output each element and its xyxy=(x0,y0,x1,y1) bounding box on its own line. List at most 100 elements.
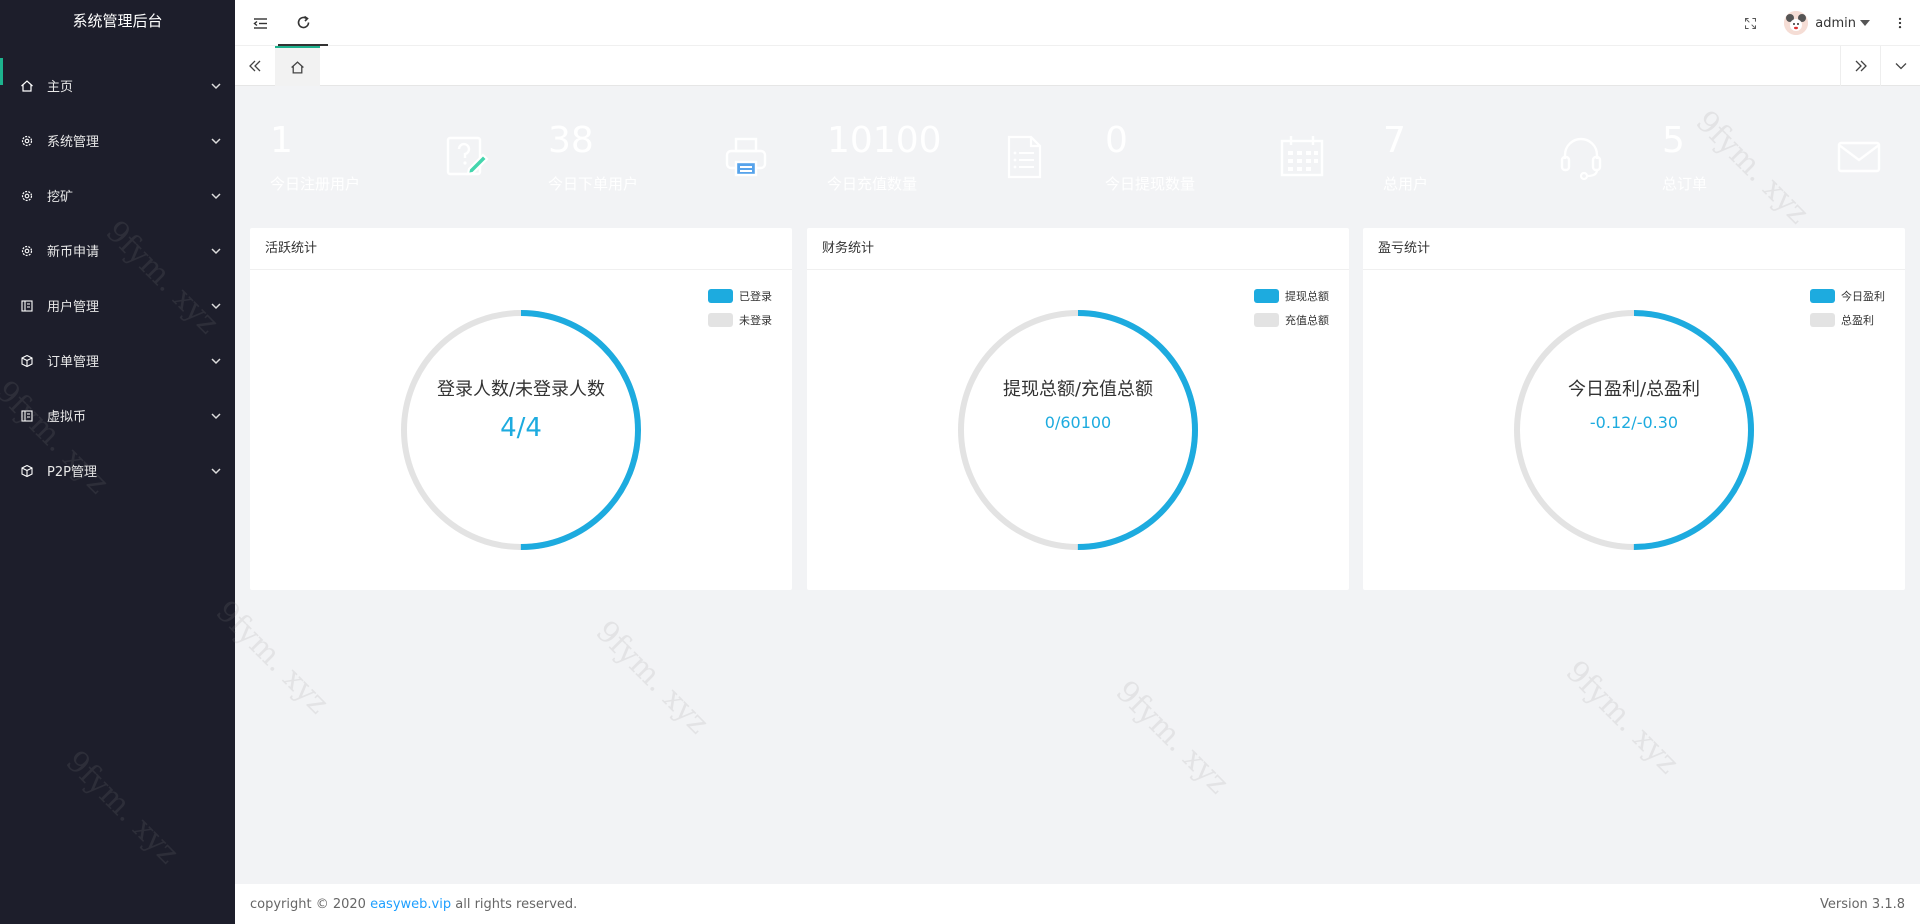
gear-icon xyxy=(20,189,34,203)
sidebar-item-label: 挖矿 xyxy=(47,190,74,205)
fullscreen-button[interactable] xyxy=(1730,0,1770,46)
watermark: 9fym. xyz xyxy=(588,614,716,741)
user-book-icon xyxy=(20,299,34,313)
chart-legend: 提现总额 充值总额 xyxy=(1254,284,1329,332)
chevron-down-icon xyxy=(211,82,221,89)
calendar-icon xyxy=(1280,136,1324,177)
panel-profit: 盈亏统计 今日盈利 总盈利 今日盈利/总盈利 -0.12/-0.30 xyxy=(1363,228,1905,590)
panel-finance: 财务统计 提现总额 充值总额 提现总额/充值总额 0/60100 xyxy=(807,228,1349,590)
chevron-down-icon xyxy=(211,412,221,419)
ring-title: 提现总额/充值总额 xyxy=(1002,379,1154,400)
double-chevron-left-icon xyxy=(249,60,261,72)
legend-item-recharge-total[interactable]: 充值总额 xyxy=(1254,308,1329,332)
stat-card-withdraw: 0 今日提现数量 xyxy=(1085,101,1348,212)
legend-item-logged-in[interactable]: 已登录 xyxy=(708,284,772,308)
sidebar-item-label: 系统管理 xyxy=(47,135,100,150)
watermark: 9fym. xyz xyxy=(1558,654,1686,781)
sidebar-item-label: 用户管理 xyxy=(47,300,100,315)
fullscreen-icon xyxy=(1744,17,1756,29)
sidebar-item-label: 主页 xyxy=(47,80,74,95)
question-edit-icon xyxy=(446,136,489,176)
caret-down-icon xyxy=(1860,20,1870,26)
sidebar-item-users[interactable]: 用户管理 xyxy=(0,278,235,333)
panel-title: 活跃统计 xyxy=(250,228,792,270)
ring-title: 今日盈利/总盈利 xyxy=(1567,379,1701,400)
footer: copyright © 2020 easyweb.vip all rights … xyxy=(235,884,1920,924)
chevron-down-icon xyxy=(211,302,221,309)
sidebar-item-label: 新币申请 xyxy=(47,245,100,260)
legend-label: 充值总额 xyxy=(1285,314,1329,327)
stat-card-order-users: 38 今日下单用户 xyxy=(528,101,792,212)
ring-title: 登录人数/未登录人数 xyxy=(436,379,606,400)
book-icon xyxy=(20,409,34,423)
ring-text: 提现总额/充值总额 0/60100 xyxy=(807,375,1349,432)
legend-label: 今日盈利 xyxy=(1841,290,1885,303)
chart-legend: 已登录 未登录 xyxy=(708,284,772,332)
stat-card-total-orders: 5 总订单 xyxy=(1642,101,1905,212)
sidebar-item-orders[interactable]: 订单管理 xyxy=(0,333,235,388)
stat-card-total-users: 7 总用户 xyxy=(1363,101,1627,212)
more-vertical-icon xyxy=(1898,17,1902,29)
gear-icon xyxy=(20,244,34,258)
sidebar-item-label: P2P管理 xyxy=(47,465,97,480)
tab-scroll-left-button[interactable] xyxy=(235,46,275,86)
home-icon xyxy=(20,79,34,93)
printer-icon xyxy=(725,137,767,177)
sidebar-item-label: 订单管理 xyxy=(47,355,100,370)
chart-legend: 今日盈利 总盈利 xyxy=(1810,284,1885,332)
chevron-down-icon xyxy=(211,192,221,199)
tab-options-button[interactable] xyxy=(1880,46,1920,86)
copyright: copyright © 2020 easyweb.vip all rights … xyxy=(250,897,577,912)
tab-scroll-right-button[interactable] xyxy=(1840,46,1880,86)
username: admin xyxy=(1815,15,1856,31)
ring-value: -0.12/-0.30 xyxy=(1589,413,1679,432)
watermark: 9fym. xyz xyxy=(1108,674,1236,801)
sidebar-item-label: 虚拟币 xyxy=(47,410,87,425)
ring-value: 0/60100 xyxy=(1044,413,1112,432)
footer-link[interactable]: easyweb.vip xyxy=(370,897,451,912)
sidebar-item-new-coin[interactable]: 新币申请 xyxy=(0,223,235,278)
refresh-icon xyxy=(297,15,309,28)
sidebar-item-p2p[interactable]: P2P管理 xyxy=(0,443,235,498)
gear-icon xyxy=(20,134,34,148)
sidebar-item-virtual-coin[interactable]: 虚拟币 xyxy=(0,388,235,443)
legend-label: 未登录 xyxy=(739,314,772,327)
sidebar-item-system[interactable]: 系统管理 xyxy=(0,113,235,168)
refresh-button[interactable] xyxy=(278,0,328,46)
ring-value: 4/4 xyxy=(500,413,542,443)
ring-text: 登录人数/未登录人数 4/4 xyxy=(250,375,792,443)
chevron-down-icon xyxy=(211,137,221,144)
version: Version 3.1.8 xyxy=(1819,896,1905,912)
legend-item-today-profit[interactable]: 今日盈利 xyxy=(1810,284,1885,308)
app-title: 系统管理后台 xyxy=(72,12,163,30)
home-icon xyxy=(291,60,304,73)
sidebar-item-mining[interactable]: 挖矿 xyxy=(0,168,235,223)
document-list-icon xyxy=(1007,135,1042,179)
panel-activity: 活跃统计 已登录 未登录 登录人数/未登录人数 4/4 xyxy=(250,228,792,590)
stat-card-register: 1 今日注册用户 xyxy=(250,101,513,212)
chevron-down-icon xyxy=(1895,63,1906,70)
legend-label: 总盈利 xyxy=(1841,314,1874,327)
legend-label: 已登录 xyxy=(739,290,772,303)
avatar xyxy=(1784,11,1809,35)
tab-bar xyxy=(235,46,1920,86)
cube-icon xyxy=(20,464,34,478)
user-menu[interactable]: admin xyxy=(1784,0,1870,46)
legend-item-total-profit[interactable]: 总盈利 xyxy=(1810,308,1885,332)
panel-title: 盈亏统计 xyxy=(1363,228,1905,270)
legend-label: 提现总额 xyxy=(1285,290,1329,303)
chevron-down-icon xyxy=(211,467,221,474)
top-header: admin xyxy=(235,0,1920,46)
panel-title: 财务统计 xyxy=(807,228,1349,270)
chevron-down-icon xyxy=(211,357,221,364)
tab-home[interactable] xyxy=(275,46,320,86)
sidebar-item-home[interactable]: 主页 xyxy=(0,58,235,113)
legend-item-not-logged-in[interactable]: 未登录 xyxy=(708,308,772,332)
legend-item-withdraw-total[interactable]: 提现总额 xyxy=(1254,284,1329,308)
copyright-suffix: all rights reserved. xyxy=(455,896,578,912)
double-chevron-right-icon xyxy=(1855,60,1867,72)
more-button[interactable] xyxy=(1880,0,1920,46)
copyright-prefix: copyright © 2020 xyxy=(250,896,366,912)
cube-icon xyxy=(20,354,34,368)
chevron-down-icon xyxy=(211,247,221,254)
